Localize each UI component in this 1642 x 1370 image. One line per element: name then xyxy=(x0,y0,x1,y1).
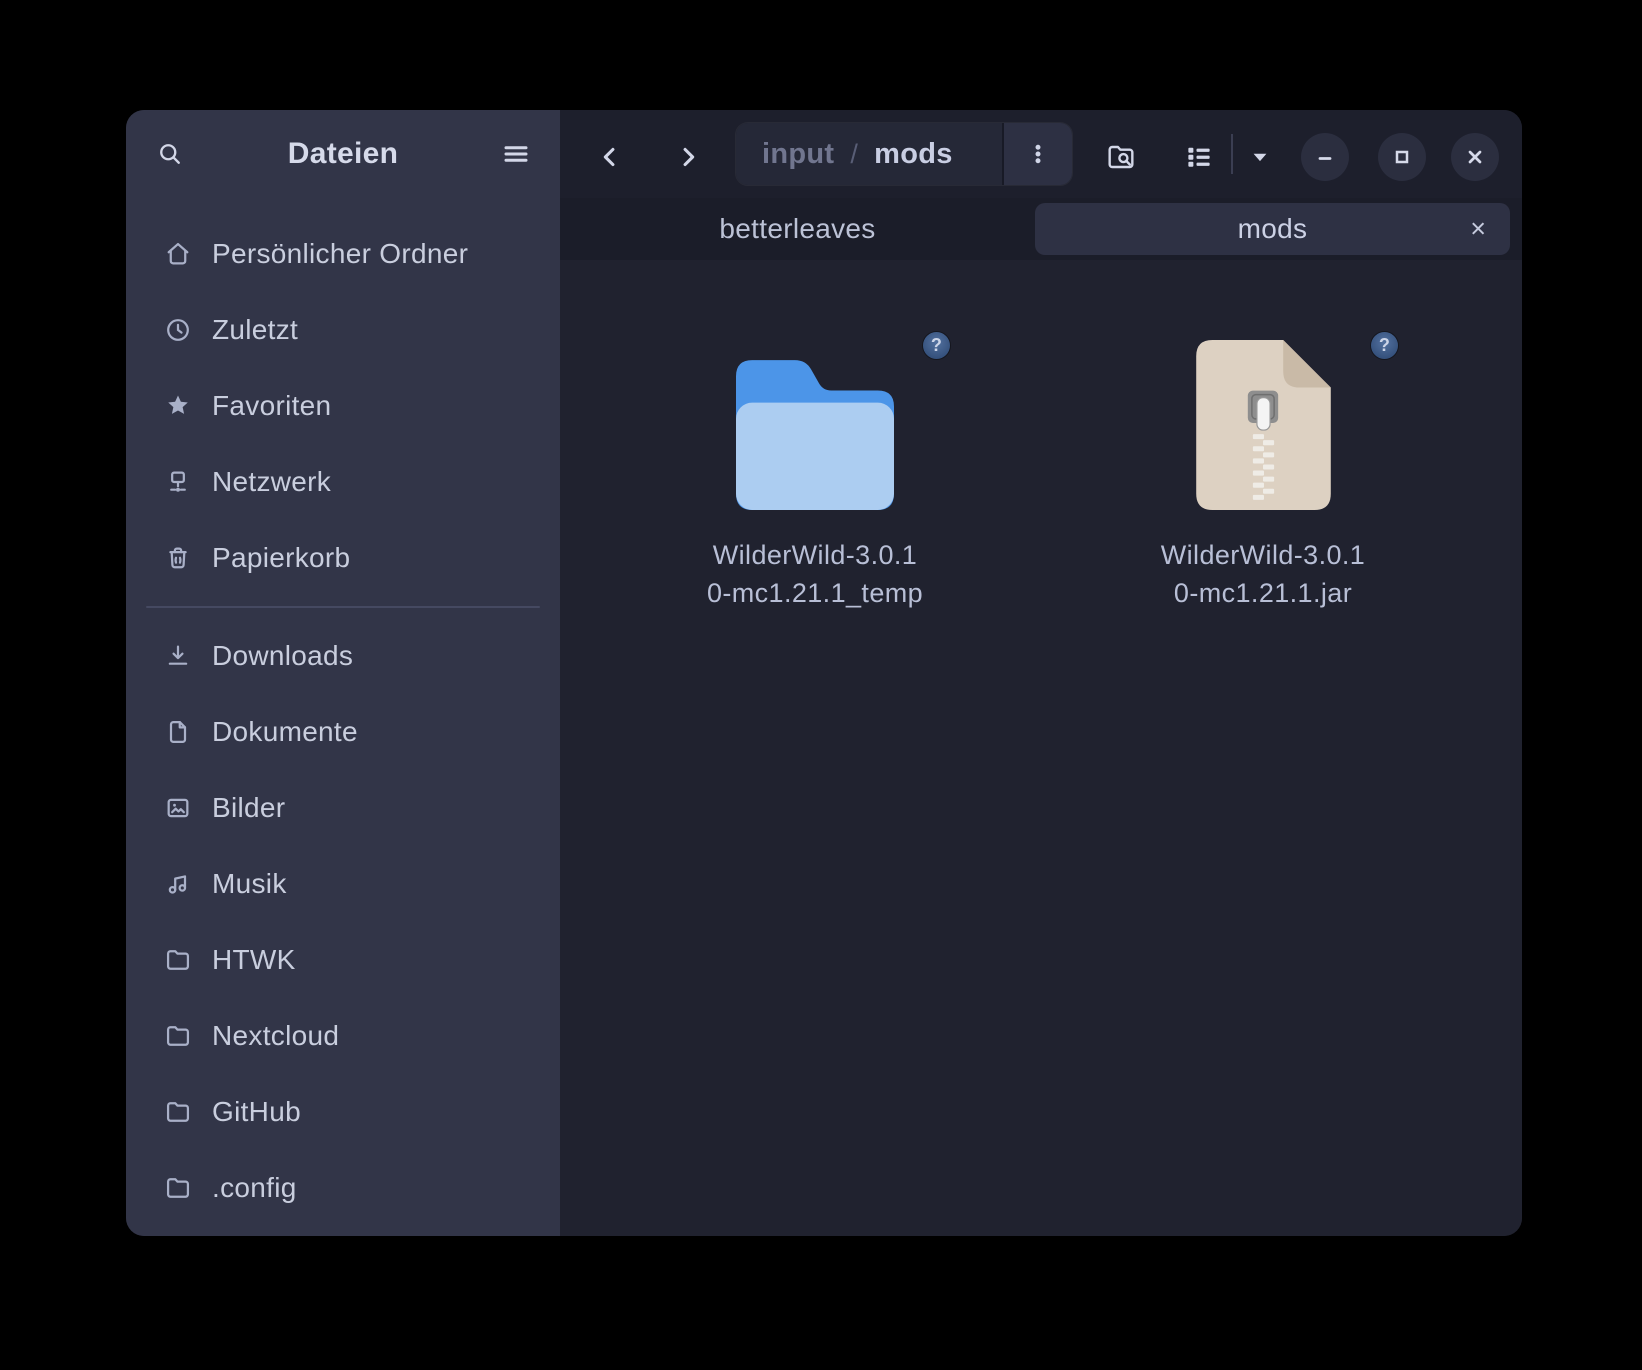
search-folder-button[interactable] xyxy=(1099,135,1143,179)
search-button[interactable] xyxy=(148,132,192,176)
sidebar-item-label: Nextcloud xyxy=(212,1020,339,1052)
toolbar-separator xyxy=(1231,134,1233,174)
sidebar-item-label: GitHub xyxy=(212,1096,301,1128)
file-name: WilderWild-3.0.1 0-mc1.21.1_temp xyxy=(650,536,980,612)
tab-close-button[interactable]: × xyxy=(1466,212,1490,247)
chevron-right-icon xyxy=(674,143,702,171)
close-icon xyxy=(1463,145,1487,169)
star-icon xyxy=(164,392,192,420)
search-icon xyxy=(156,140,184,168)
tab-betterleaves[interactable]: betterleaves xyxy=(560,203,1035,255)
file-name-line: WilderWild-3.0.1 xyxy=(650,536,980,574)
download-icon xyxy=(164,642,192,670)
sidebar-item-nextcloud[interactable]: Nextcloud xyxy=(126,998,560,1074)
sidebar-divider xyxy=(146,606,540,608)
unknown-emblem-badge: ? xyxy=(1371,332,1398,359)
trash-icon xyxy=(164,544,192,572)
folder-icon xyxy=(164,1098,192,1126)
tab-label: betterleaves xyxy=(719,213,875,245)
sidebar-item-starred[interactable]: Favoriten xyxy=(126,368,560,444)
sidebar-item-label: Downloads xyxy=(212,640,353,672)
file-item-archive[interactable]: ? WilderWild-3.0.1 0-mc1.21.1.jar xyxy=(1098,338,1428,612)
view-options-button[interactable] xyxy=(1241,135,1279,179)
view-list-button[interactable] xyxy=(1177,135,1221,179)
unknown-emblem-badge: ? xyxy=(923,332,950,359)
file-icon-holder: ? xyxy=(650,338,980,510)
file-item-folder[interactable]: ? WilderWild-3.0.1 0-mc1.21.1_temp xyxy=(650,338,980,612)
sidebar: Dateien Persönlicher Ordner xyxy=(126,110,560,1236)
back-button[interactable] xyxy=(588,135,632,179)
sidebar-item-recent[interactable]: Zuletzt xyxy=(126,292,560,368)
file-icon-holder: ? xyxy=(1098,338,1428,510)
file-grid: ? WilderWild-3.0.1 0-mc1.21.1_temp xyxy=(560,260,1522,1236)
sidebar-item-label: Persönlicher Ordner xyxy=(212,238,468,270)
sidebar-item-music[interactable]: Musik xyxy=(126,846,560,922)
sidebar-item-pictures[interactable]: Bilder xyxy=(126,770,560,846)
sidebar-item-htwk[interactable]: HTWK xyxy=(126,922,560,998)
files-window: Dateien Persönlicher Ordner xyxy=(126,110,1522,1236)
forward-button[interactable] xyxy=(666,135,710,179)
toolbar: input / mods xyxy=(560,110,1522,198)
folder-icon xyxy=(164,946,192,974)
sidebar-item-downloads[interactable]: Downloads xyxy=(126,618,560,694)
close-window-button[interactable] xyxy=(1451,133,1499,181)
image-icon xyxy=(164,794,192,822)
clock-icon xyxy=(164,316,192,344)
sidebar-list: Persönlicher Ordner Zuletzt Favoriten xyxy=(126,198,560,1226)
folder-search-icon xyxy=(1105,141,1137,173)
sidebar-item-documents[interactable]: Dokumente xyxy=(126,694,560,770)
archive-large-icon xyxy=(1196,340,1331,510)
minimize-icon xyxy=(1313,145,1337,169)
sidebar-item-network[interactable]: Netzwerk xyxy=(126,444,560,520)
breadcrumb-separator: / xyxy=(850,139,858,170)
sidebar-item-label: .config xyxy=(212,1172,297,1204)
sidebar-item-label: Dokumente xyxy=(212,716,358,748)
sidebar-item-config[interactable]: .config xyxy=(126,1150,560,1226)
sidebar-item-label: Musik xyxy=(212,868,287,900)
question-mark-icon: ? xyxy=(931,335,942,356)
sidebar-item-trash[interactable]: Papierkorb xyxy=(126,520,560,596)
path-bar[interactable]: input / mods xyxy=(736,123,1002,185)
file-name-line: 0-mc1.21.1_temp xyxy=(650,574,980,612)
maximize-icon xyxy=(1390,145,1414,169)
maximize-button[interactable] xyxy=(1378,133,1426,181)
app-title: Dateien xyxy=(192,137,494,171)
folder-large-icon xyxy=(736,358,894,510)
network-icon xyxy=(164,468,192,496)
breadcrumb: input / mods xyxy=(735,122,1073,186)
document-icon xyxy=(164,718,192,746)
chevron-down-icon xyxy=(1249,146,1271,168)
breadcrumb-current[interactable]: mods xyxy=(874,138,953,171)
folder-icon xyxy=(164,1174,192,1202)
chevron-left-icon xyxy=(596,143,624,171)
file-name-line: 0-mc1.21.1.jar xyxy=(1098,574,1428,612)
folder-icon xyxy=(164,1022,192,1050)
tab-bar: betterleaves mods × xyxy=(560,198,1522,260)
question-mark-icon: ? xyxy=(1379,335,1390,356)
menu-button[interactable] xyxy=(494,132,538,176)
music-icon xyxy=(164,870,192,898)
sidebar-item-label: HTWK xyxy=(212,944,296,976)
sidebar-header: Dateien xyxy=(126,110,560,198)
sidebar-item-label: Favoriten xyxy=(212,390,331,422)
hamburger-icon xyxy=(501,139,531,169)
home-icon xyxy=(164,240,192,268)
sidebar-item-github[interactable]: GitHub xyxy=(126,1074,560,1150)
main-area: input / mods xyxy=(560,110,1522,1236)
list-view-icon xyxy=(1184,142,1214,172)
sidebar-item-label: Netzwerk xyxy=(212,466,331,498)
sidebar-item-label: Bilder xyxy=(212,792,285,824)
path-menu-button[interactable] xyxy=(1002,123,1072,185)
breadcrumb-parent[interactable]: input xyxy=(762,138,834,171)
file-name: WilderWild-3.0.1 0-mc1.21.1.jar xyxy=(1098,536,1428,612)
desktop-background: Dateien Persönlicher Ordner xyxy=(0,0,1642,1370)
tab-mods[interactable]: mods × xyxy=(1035,203,1510,255)
kebab-menu-icon xyxy=(1025,141,1051,167)
sidebar-item-label: Papierkorb xyxy=(212,542,350,574)
tab-label: mods xyxy=(1238,213,1308,245)
sidebar-item-label: Zuletzt xyxy=(212,314,298,346)
sidebar-item-home[interactable]: Persönlicher Ordner xyxy=(126,216,560,292)
minimize-button[interactable] xyxy=(1301,133,1349,181)
file-name-line: WilderWild-3.0.1 xyxy=(1098,536,1428,574)
